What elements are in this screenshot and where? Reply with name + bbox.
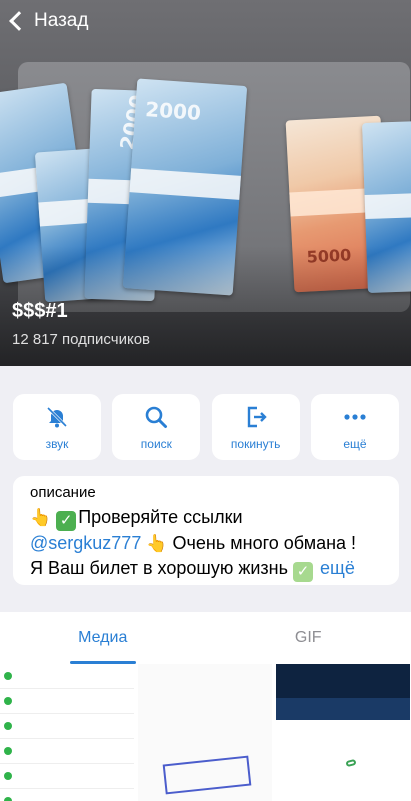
mute-button[interactable]: звук [13, 394, 101, 460]
media-tabs: Медиа GIF [0, 612, 411, 664]
search-icon [143, 404, 169, 430]
media-thumbnail[interactable] [138, 664, 272, 801]
subscriber-count: 12 817 подписчиков [12, 331, 151, 348]
media-thumbnail[interactable] [0, 664, 134, 801]
leave-icon [243, 404, 269, 430]
search-label: поиск [140, 437, 172, 451]
pointing-hand-icon: 👆 [30, 508, 52, 527]
description-text-1: Проверяйте ссылки [78, 507, 243, 527]
stamp-image [162, 755, 252, 795]
more-label: ещё [343, 437, 367, 451]
mute-label: звук [45, 437, 69, 451]
description-line-3: Я Ваш билет в хорошую жизнь ✓ ещё [30, 556, 387, 582]
channel-actions: звук поиск покинуть ещё [13, 394, 399, 460]
chevron-left-icon [9, 11, 29, 31]
leave-label: покинуть [230, 437, 281, 451]
channel-title: $$$#1 [12, 300, 68, 322]
description-line-1: 👆 ✓ Проверяйте ссылки [30, 505, 387, 531]
back-button[interactable]: Назад [6, 6, 88, 36]
description-line-2: @sergkuz777 👆 Очень много обмана ! [30, 531, 387, 556]
tab-gif[interactable]: GIF [206, 612, 411, 664]
description-text-3: Я Ваш билет в хорошую жизнь [30, 558, 288, 578]
description-text-2: Очень много обмана ! [172, 533, 357, 553]
tab-media[interactable]: Медиа [0, 612, 206, 664]
leave-button[interactable]: покинуть [211, 394, 300, 460]
pointing-hand-icon: 👆 [146, 534, 168, 553]
description-more-link[interactable]: ещё [320, 558, 355, 578]
back-label: Назад [34, 10, 89, 31]
contact-handle-link[interactable]: @sergkuz777 [30, 533, 141, 553]
check-mark-icon: ✓ [56, 511, 77, 531]
media-grid [0, 664, 411, 801]
description-heading: описание [30, 484, 96, 501]
bell-muted-icon [44, 404, 70, 430]
description-card: описание 👆 ✓ Проверяйте ссылки @sergkuz77… [13, 476, 399, 585]
search-button[interactable]: поиск [112, 394, 201, 460]
check-mark-icon: ✓ [293, 562, 314, 582]
more-button[interactable]: ещё [310, 394, 399, 460]
media-thumbnail[interactable] [276, 664, 410, 801]
more-icon [342, 404, 368, 430]
